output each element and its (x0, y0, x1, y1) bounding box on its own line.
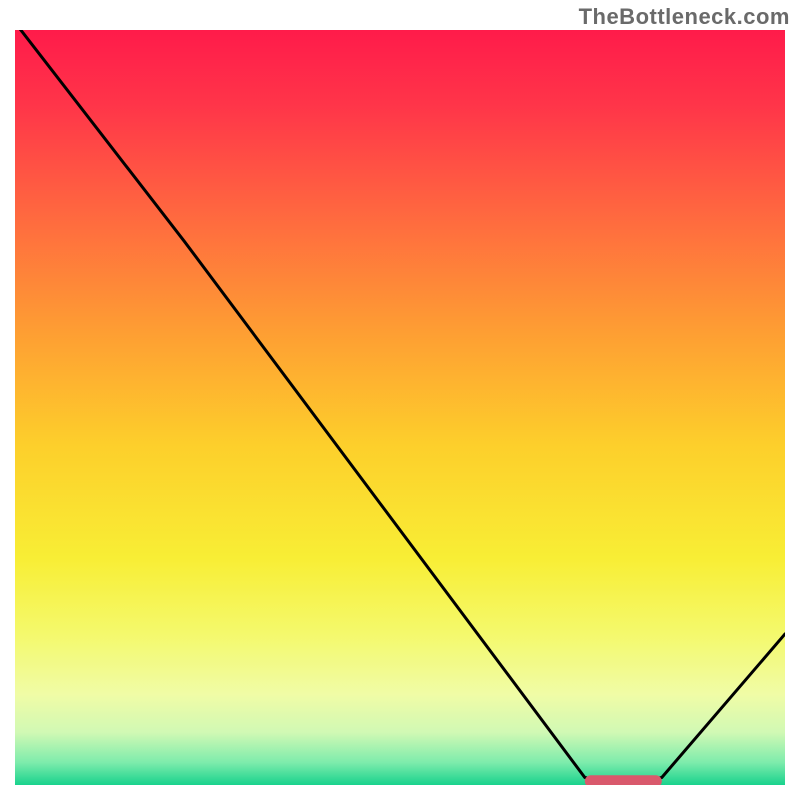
chart-wrapper: TheBottleneck.com (0, 0, 800, 800)
watermark-text: TheBottleneck.com (579, 4, 790, 30)
plot-area (15, 30, 785, 785)
gradient-background (15, 30, 785, 785)
